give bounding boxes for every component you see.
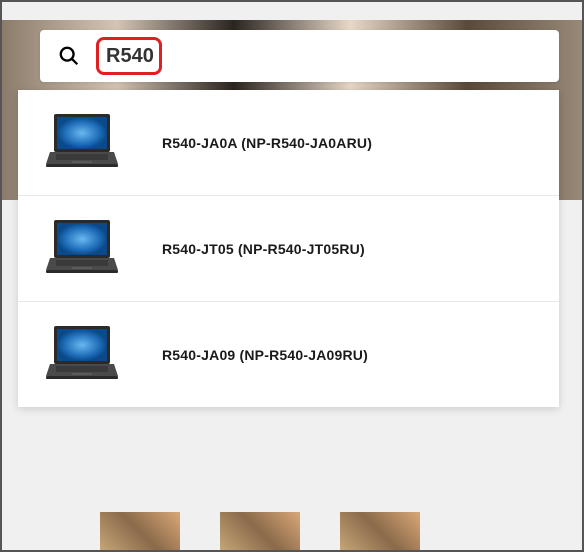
background-thumbs <box>0 512 584 552</box>
result-label: R540-JT05 (NP-R540-JT05RU) <box>162 241 365 257</box>
laptop-icon <box>42 322 162 387</box>
search-icon <box>58 45 80 67</box>
search-result-item[interactable]: R540-JA09 (NP-R540-JA09RU) <box>18 302 559 407</box>
search-results-dropdown: R540-JA0A (NP-R540-JA0ARU) <box>18 90 559 407</box>
search-input[interactable] <box>98 41 168 72</box>
search-result-item[interactable]: R540-JA0A (NP-R540-JA0ARU) <box>18 90 559 196</box>
result-label: R540-JA0A (NP-R540-JA0ARU) <box>162 135 372 151</box>
search-result-item[interactable]: R540-JT05 (NP-R540-JT05RU) <box>18 196 559 302</box>
result-label: R540-JA09 (NP-R540-JA09RU) <box>162 347 368 363</box>
search-bar[interactable] <box>40 30 559 82</box>
laptop-icon <box>42 110 162 175</box>
laptop-icon <box>42 216 162 281</box>
